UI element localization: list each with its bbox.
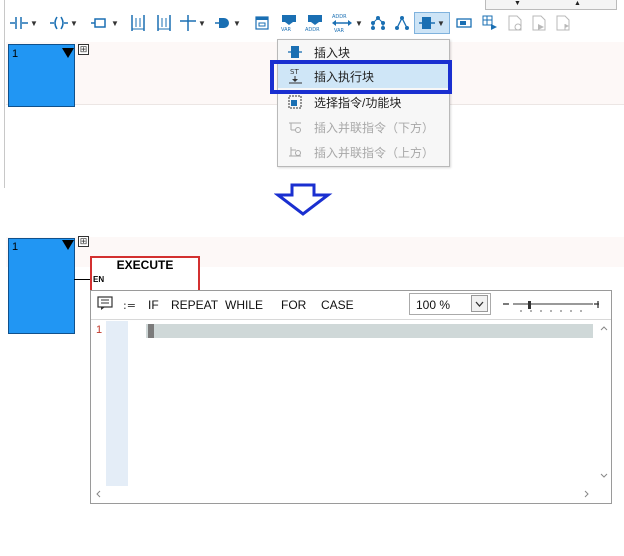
assign-icon[interactable]: := <box>123 298 137 316</box>
svg-text:VAR: VAR <box>334 28 345 33</box>
menu-item-parallel-below: 插入并联指令（下方） <box>278 115 449 139</box>
insert-block-icon[interactable]: ▼ <box>414 12 450 34</box>
chevron-down-icon[interactable]: ▼ <box>198 19 206 28</box>
svg-text:VAR: VAR <box>281 27 292 32</box>
editor-left-border <box>4 0 5 188</box>
box-icon[interactable]: ▼ <box>90 14 120 32</box>
menu-item-label: 选择指令/功能块 <box>314 95 402 110</box>
insert-block-menu: 插入块 ST 插入执行块 选择指令/功能块 插入并联指令（下方） 插入并联指令（… <box>277 39 450 167</box>
network-number: 1 <box>12 241 19 253</box>
addr-input-icon[interactable]: ADDR <box>304 14 326 32</box>
rung-wire <box>74 279 91 280</box>
keyword-for-button[interactable]: FOR <box>281 298 306 312</box>
editor-toolbar-divider <box>91 319 611 320</box>
svg-text:ADDR: ADDR <box>332 14 347 20</box>
network-number: 1 <box>12 48 19 60</box>
block-icon <box>288 45 302 59</box>
network-icon[interactable] <box>368 14 388 32</box>
menu-item-label: 插入并联指令（上方） <box>314 145 435 160</box>
horizontal-scrollbar[interactable] <box>92 487 597 501</box>
zoom-value: 100 % <box>416 298 451 312</box>
collapse-triangle-icon[interactable] <box>62 240 74 250</box>
highlight-annotation <box>270 60 452 94</box>
expand-grid-icon[interactable]: ⊞ <box>78 236 89 247</box>
function-block-icon[interactable]: ▼ <box>212 14 244 32</box>
arrow-down-icon <box>274 183 333 216</box>
scroll-down-icon[interactable] <box>600 471 608 481</box>
doc-flag-icon <box>554 14 572 32</box>
menu-item-label: 插入块 <box>314 45 351 60</box>
parallel-branch-icon[interactable] <box>128 14 148 32</box>
scroll-right-icon[interactable] <box>584 490 590 500</box>
en-pin-label: EN <box>93 275 105 284</box>
tree-icon[interactable] <box>392 14 412 32</box>
fold-margin <box>106 321 128 486</box>
execute-block-title: EXECUTE <box>116 258 174 272</box>
text-cursor <box>148 324 154 338</box>
doc-arrow-icon <box>530 14 548 32</box>
doc-add-icon <box>506 14 524 32</box>
keyword-while-button[interactable]: WHILE <box>225 298 263 312</box>
line-number-gutter <box>92 321 106 486</box>
expand-grid-icon[interactable]: ⊞ <box>78 44 89 55</box>
select-instruction-icon <box>288 95 302 109</box>
comment-icon[interactable] <box>97 296 113 316</box>
chevron-down-icon[interactable]: ▼ <box>30 19 38 28</box>
code-line-current[interactable] <box>146 324 593 338</box>
line-number: 1 <box>96 324 103 336</box>
svg-text:ADDR: ADDR <box>305 27 320 32</box>
chevron-down-icon[interactable]: ▼ <box>437 19 445 28</box>
var-input-icon[interactable]: VAR <box>278 14 300 32</box>
coil-icon[interactable]: ▼ <box>50 14 78 32</box>
zoom-slider[interactable] <box>503 301 599 315</box>
st-editor <box>90 290 612 504</box>
keyword-repeat-button[interactable]: REPEAT <box>171 298 218 312</box>
chevron-down-icon[interactable]: ▼ <box>233 19 241 28</box>
scroll-left-icon[interactable] <box>95 490 101 500</box>
svg-text::=: := <box>123 299 136 311</box>
branch-icon[interactable]: ▼ <box>178 14 208 32</box>
contact-icon[interactable]: ▼ <box>10 14 38 32</box>
scroll-up-icon[interactable] <box>600 323 608 333</box>
parallel-below-icon <box>288 120 302 134</box>
parallel-above-icon <box>288 145 302 159</box>
chevron-down-icon[interactable]: ▼ <box>70 19 78 28</box>
collapse-triangle-icon[interactable] <box>62 48 74 58</box>
addr-var-icon[interactable]: ADDR VAR ▼ <box>330 14 364 33</box>
chevron-down-icon[interactable]: ▼ <box>111 19 119 28</box>
keyword-if-button[interactable]: IF <box>148 298 159 312</box>
rectangle-icon[interactable] <box>454 14 474 32</box>
table-icon[interactable] <box>480 14 500 32</box>
chevron-down-icon[interactable]: ▼ <box>355 19 363 28</box>
vertical-scrollbar[interactable] <box>597 321 610 486</box>
window-icon[interactable] <box>252 14 272 32</box>
menu-item-parallel-above: 插入并联指令（上方） <box>278 140 449 164</box>
menu-item-label: 插入并联指令（下方） <box>314 120 435 135</box>
ladder-toolbar: ▼ ▼ ▼ ▼ ▼ VAR ADDR ADDR VAR ▼ ▼ <box>6 6 624 40</box>
keyword-case-button[interactable]: CASE <box>321 298 354 312</box>
zoom-dropdown-button[interactable] <box>471 295 488 312</box>
parallel-branch-up-icon[interactable] <box>154 14 174 32</box>
